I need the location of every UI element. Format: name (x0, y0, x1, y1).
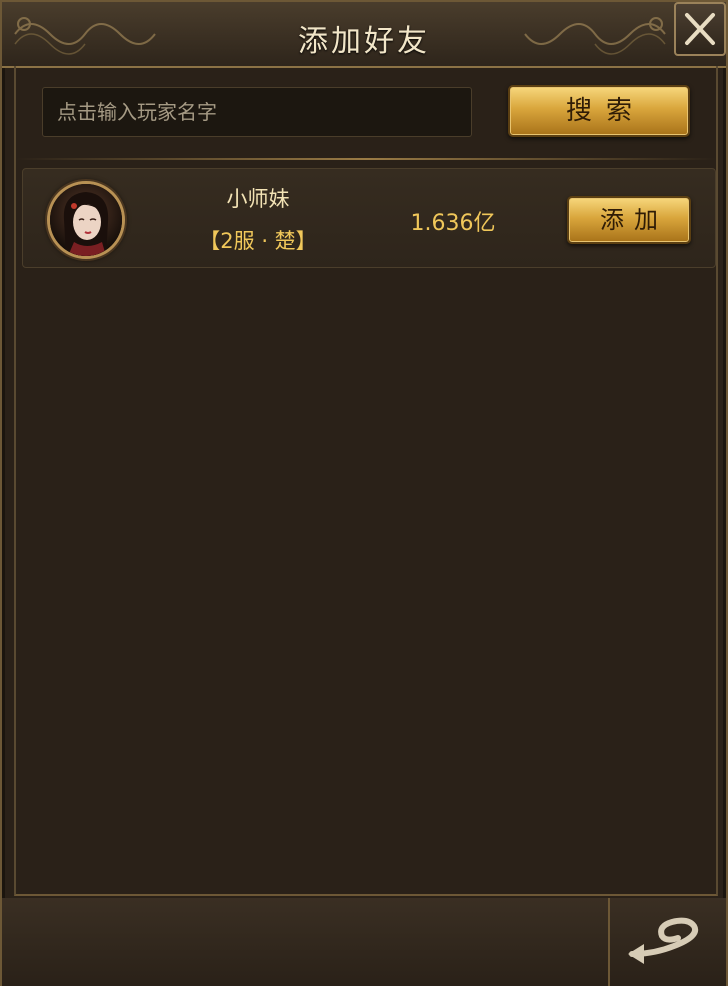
add-friend-button[interactable]: 添加 (567, 196, 691, 244)
list-item: 小师妹 【2服 · 楚】 1.636亿 添加 (22, 168, 716, 268)
search-button[interactable]: 搜索 (508, 85, 690, 137)
female-portrait-icon (50, 184, 122, 256)
return-icon (628, 917, 698, 964)
avatar[interactable] (47, 181, 125, 259)
player-power: 1.636亿 (410, 211, 496, 236)
divider (16, 158, 716, 160)
title-bar: 添加好友 (2, 2, 726, 68)
ornament-right-icon (524, 17, 666, 55)
player-name-search-input[interactable] (42, 87, 472, 137)
close-button[interactable] (674, 2, 726, 56)
footer-divider (608, 898, 610, 986)
close-icon (685, 13, 715, 45)
player-server: 【2服 · 楚】 (199, 229, 317, 253)
footer-bar (2, 898, 726, 986)
player-name: 小师妹 (226, 187, 290, 211)
add-friend-window: 添加好友 搜索 (0, 0, 728, 986)
return-button[interactable] (614, 902, 722, 982)
